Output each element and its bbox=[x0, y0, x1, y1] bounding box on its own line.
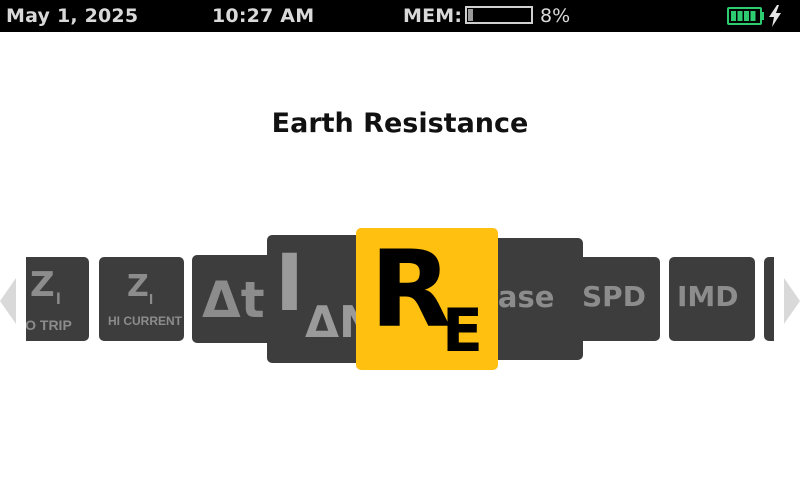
tile-symbol: R bbox=[370, 228, 452, 351]
test-mode-carousel: Z I NO TRIP Z I HI CURRENT Δt I ΔN Phase… bbox=[26, 200, 774, 390]
tile-earth-resistance-selected[interactable]: R E bbox=[356, 228, 498, 370]
tile-caption: NO TRIP bbox=[26, 317, 72, 333]
tile-zi-hi-current[interactable]: Z I HI CURRENT bbox=[99, 257, 184, 341]
memory-bar bbox=[465, 6, 533, 24]
tile-label: IMD bbox=[677, 280, 739, 313]
status-date: May 1, 2025 bbox=[6, 5, 139, 27]
tile-spd[interactable]: SPD bbox=[576, 257, 660, 341]
status-time: 10:27 AM bbox=[212, 5, 315, 27]
tile-subscript: I bbox=[56, 289, 61, 308]
tile-next[interactable] bbox=[764, 257, 774, 341]
battery-icon bbox=[727, 7, 764, 25]
memory-bar-fill bbox=[468, 9, 473, 21]
chevron-right-icon[interactable] bbox=[782, 278, 800, 324]
page-title: Earth Resistance bbox=[271, 108, 529, 139]
status-bar: May 1, 2025 10:27 AM MEM: 8% bbox=[0, 0, 800, 32]
memory-percent: 8% bbox=[540, 5, 571, 27]
tile-symbol: Δt bbox=[202, 271, 265, 329]
tile-zi-no-trip[interactable]: Z I NO TRIP bbox=[26, 257, 89, 341]
tile-symbol: I bbox=[275, 239, 305, 329]
tile-caption: HI CURRENT bbox=[108, 314, 182, 328]
tile-label: SPD bbox=[582, 280, 646, 313]
chevron-left-icon[interactable] bbox=[0, 278, 18, 324]
tile-symbol: Z bbox=[127, 269, 149, 304]
tile-symbol: Z bbox=[30, 265, 55, 305]
tile-subscript: E bbox=[442, 296, 483, 366]
memory-label: MEM: bbox=[403, 5, 463, 27]
lightning-bolt-icon bbox=[769, 5, 781, 27]
tile-imd[interactable]: IMD bbox=[669, 257, 755, 341]
tile-subscript: I bbox=[149, 291, 154, 308]
